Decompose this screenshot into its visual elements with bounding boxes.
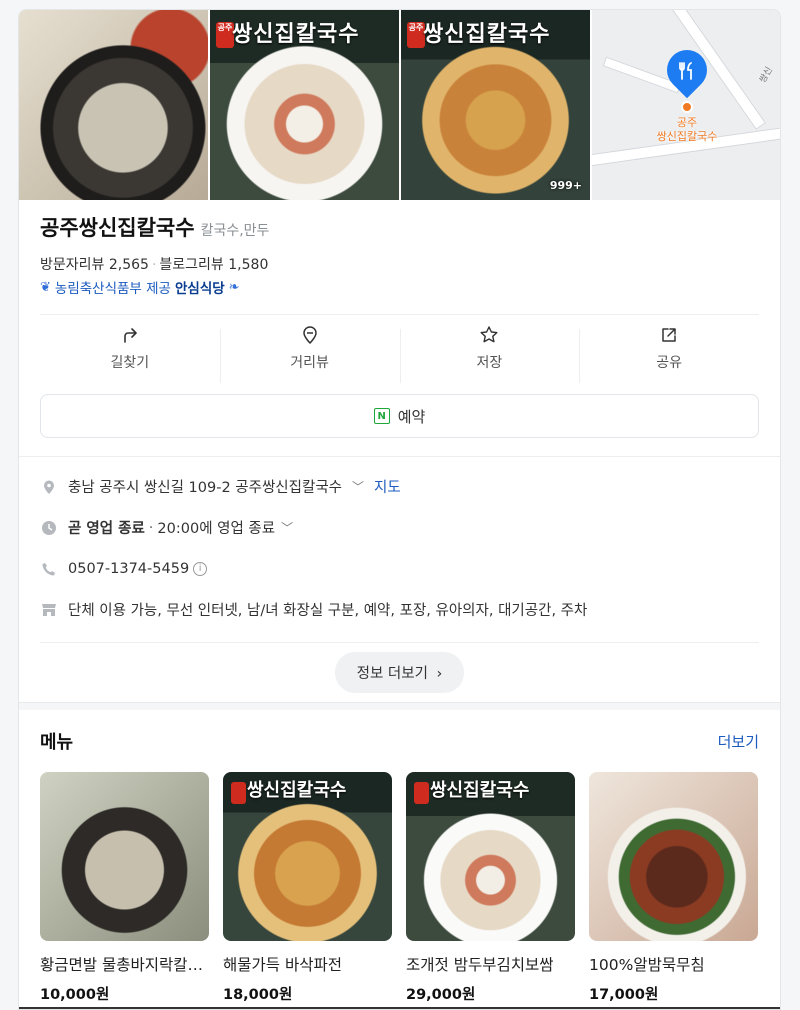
info-icon[interactable]: i xyxy=(193,561,208,576)
photo-gallery: 공주 쌍신집칼국수 공주 쌍신집칼국수 999+ 쌍신 공주 쌍신집칼국수 xyxy=(19,10,780,200)
menu-item-name: 황금면발 물총바지락칼국수 xyxy=(40,956,209,974)
directions-label: 길찾기 xyxy=(110,355,150,371)
menu-photo[interactable] xyxy=(40,772,209,941)
hours-row[interactable]: 곧 영업 종료 · 20:00에 영업 종료 ﹀ xyxy=(40,507,759,548)
menu-item-price: 18,000원 xyxy=(223,987,293,1003)
visitor-reviews-link[interactable]: 방문자리뷰 2,565 xyxy=(40,257,149,273)
street-view-icon xyxy=(302,326,317,345)
share-icon xyxy=(662,328,676,342)
chevron-down-icon[interactable]: ﹀ xyxy=(352,478,364,495)
brand-stamp-text: 쌍신집칼국수 xyxy=(232,21,360,47)
menu-photo[interactable]: 쌍신집칼국수 xyxy=(223,772,392,941)
save-button[interactable]: 저장 xyxy=(399,315,580,383)
laurel-left-icon: ❦ xyxy=(40,279,51,295)
chevron-right-icon: › xyxy=(436,666,443,682)
bottom-border xyxy=(19,1007,780,1009)
clock-icon xyxy=(40,519,58,537)
divider xyxy=(19,456,780,457)
directions-button[interactable]: 길찾기 xyxy=(40,315,220,382)
phone-row: 0507-1374-5459 i xyxy=(40,548,759,589)
separator-dot: · xyxy=(148,519,154,536)
photo-count-badge: 999+ xyxy=(549,179,582,192)
reservation-button[interactable]: N 예약 xyxy=(40,394,759,438)
section-divider xyxy=(19,702,780,710)
business-status: 곧 영업 종료 xyxy=(68,521,145,537)
location-pin-icon xyxy=(40,478,58,496)
map-link[interactable]: 지도 xyxy=(374,476,401,497)
menu-header: 메뉴 더보기 xyxy=(19,710,780,772)
menu-item[interactable]: 황금면발 물총바지락칼국수 10,000원 xyxy=(40,772,209,1004)
action-bar: 길찾기 거리뷰 저장 공유 xyxy=(40,314,759,383)
menu-list: 황금면발 물총바지락칼국수 10,000원 쌍신집칼국수 해물가득 바삭파전 1… xyxy=(19,772,780,1004)
menu-item-name: 해물가득 바삭파전 xyxy=(223,956,343,974)
visitor-reviews-count: 2,565 xyxy=(108,257,149,273)
map-pin-dot xyxy=(681,101,693,113)
menu-item[interactable]: 쌍신집칼국수 조개젓 밤두부김치보쌈 29,000원 xyxy=(406,772,575,1004)
safe-restaurant-badge[interactable]: ❦ 농림축산식품부 제공 안심식당 ❧ xyxy=(40,277,759,298)
facilities-row: 단체 이용 가능, 무선 인터넷, 남/녀 화장실 구분, 예약, 포장, 유아… xyxy=(40,589,759,630)
place-category: 칼국수,만두 xyxy=(200,223,270,239)
menu-title: 메뉴 xyxy=(40,732,74,753)
blog-reviews-link[interactable]: 블로그리뷰 1,580 xyxy=(159,257,268,273)
brand-seal xyxy=(414,782,429,804)
gallery-photo-3[interactable]: 공주 쌍신집칼국수 999+ xyxy=(401,10,590,200)
facilities-text: 단체 이용 가능, 무선 인터넷, 남/녀 화장실 구분, 예약, 포장, 유아… xyxy=(68,603,588,619)
map-road-label: 쌍신 xyxy=(758,65,776,85)
address-text[interactable]: 충남 공주시 쌍신길 109-2 공주쌍신집칼국수 xyxy=(68,476,342,497)
map-pin-label: 공주 쌍신집칼국수 xyxy=(637,116,737,144)
phone-number[interactable]: 0507-1374-5459 xyxy=(68,561,189,577)
restaurant-icon xyxy=(674,60,700,82)
gallery-photo-1[interactable] xyxy=(19,10,208,200)
info-more-button[interactable]: 정보 더보기 › xyxy=(334,652,465,693)
directions-icon xyxy=(124,328,137,343)
info-more-section: 정보 더보기 › xyxy=(40,642,759,702)
share-label: 공유 xyxy=(656,355,682,371)
cert-brand: 안심식당 xyxy=(174,281,225,297)
phone-icon xyxy=(40,560,58,578)
street-view-button[interactable]: 거리뷰 xyxy=(219,315,400,383)
blog-reviews-count: 1,580 xyxy=(228,257,269,273)
menu-item-price: 10,000원 xyxy=(40,987,110,1003)
save-label: 저장 xyxy=(476,355,503,371)
address-row: 충남 공주시 쌍신길 109-2 공주쌍신집칼국수 ﹀ 지도 xyxy=(40,466,759,507)
review-summary: 방문자리뷰 2,565 · 블로그리뷰 1,580 xyxy=(40,254,759,274)
street-view-label: 거리뷰 xyxy=(290,355,329,371)
place-card: 공주 쌍신집칼국수 공주 쌍신집칼국수 999+ 쌍신 공주 쌍신집칼국수 공주… xyxy=(18,9,781,1010)
brand-stamp-text: 쌍신집칼국수 xyxy=(423,21,551,47)
reservation-label: 예약 xyxy=(397,407,426,426)
menu-item-name: 100%알밤묵무침 xyxy=(589,956,705,974)
menu-item-name: 조개젓 밤두부김치보쌈 xyxy=(406,956,554,974)
store-icon xyxy=(40,601,58,619)
menu-more-link[interactable]: 더보기 xyxy=(718,731,759,752)
share-button[interactable]: 공유 xyxy=(579,315,759,383)
cert-provider: 농림축산식품부 제공 xyxy=(54,281,171,297)
menu-photo[interactable] xyxy=(589,772,758,941)
menu-photo[interactable]: 쌍신집칼국수 xyxy=(406,772,575,941)
place-header: 공주쌍신집칼국수 칼국수,만두 방문자리뷰 2,565 · 블로그리뷰 1,580 … xyxy=(19,200,780,297)
business-hours: 20:00에 영업 종료 xyxy=(157,521,276,537)
gallery-photo-2[interactable]: 공주 쌍신집칼국수 xyxy=(210,10,399,200)
map-thumbnail[interactable]: 쌍신 공주 쌍신집칼국수 xyxy=(592,10,780,200)
naver-booking-icon: N xyxy=(373,408,390,424)
brand-stamp-text: 쌍신집칼국수 xyxy=(247,780,347,801)
menu-item[interactable]: 100%알밤묵무침 17,000원 xyxy=(589,772,758,1004)
map-pin-label-line2: 쌍신집칼국수 xyxy=(656,130,718,143)
menu-item-price: 17,000원 xyxy=(589,987,659,1003)
info-more-label: 정보 더보기 xyxy=(356,666,428,682)
menu-item-price: 29,000원 xyxy=(406,987,476,1003)
brand-stamp-text: 쌍신집칼국수 xyxy=(430,780,530,801)
map-pin-label-line1: 공주 xyxy=(676,116,698,129)
laurel-right-icon: ❧ xyxy=(228,279,240,295)
place-info: 충남 공주시 쌍신길 109-2 공주쌍신집칼국수 ﹀ 지도 곧 영업 종료 ·… xyxy=(19,466,780,630)
chevron-down-icon[interactable]: ﹀ xyxy=(281,519,293,536)
brand-seal xyxy=(231,782,246,804)
visitor-reviews-label: 방문자리뷰 xyxy=(40,257,105,273)
place-name[interactable]: 공주쌍신집칼국수 xyxy=(40,212,195,242)
star-icon xyxy=(480,326,498,343)
menu-item[interactable]: 쌍신집칼국수 해물가득 바삭파전 18,000원 xyxy=(223,772,392,1004)
blog-reviews-label: 블로그리뷰 xyxy=(159,257,224,273)
separator-dot: · xyxy=(151,257,157,273)
